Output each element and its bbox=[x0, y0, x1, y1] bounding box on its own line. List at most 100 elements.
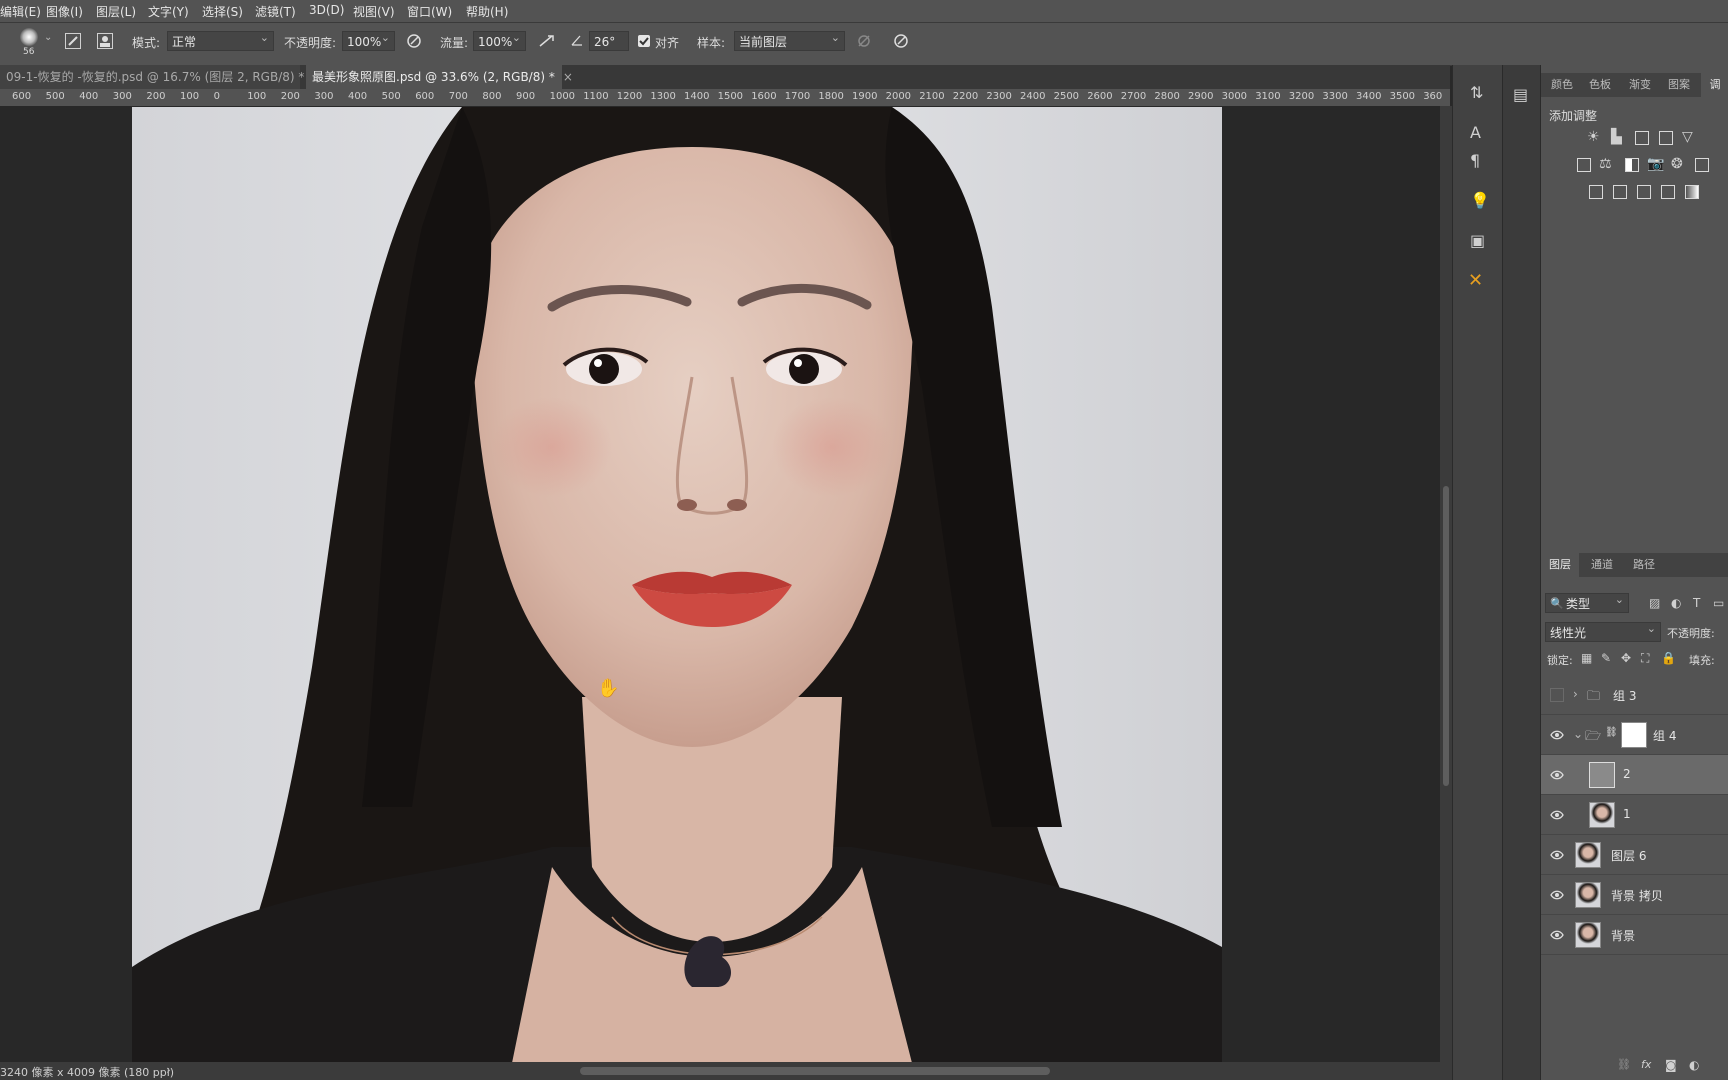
pressure-opacity-icon[interactable] bbox=[406, 33, 422, 53]
channel-mixer-icon[interactable]: ❂ bbox=[1671, 156, 1683, 172]
opacity-input[interactable]: 100% bbox=[342, 28, 395, 51]
canvas-area[interactable]: ✋ bbox=[0, 106, 1440, 1062]
menu-filter[interactable]: 滤镜(T) bbox=[255, 3, 296, 20]
link-layers-icon[interactable]: ⛓ bbox=[1617, 1057, 1631, 1073]
menu-layer[interactable]: 图层(L) bbox=[96, 3, 136, 20]
menu-3d[interactable]: 3D(D) bbox=[309, 3, 344, 17]
layer-thumbnail[interactable] bbox=[1575, 882, 1601, 908]
vibrance-icon[interactable]: ▽ bbox=[1682, 129, 1693, 145]
scroll-thumb[interactable] bbox=[1443, 486, 1449, 786]
tab-adjustments[interactable]: 调 bbox=[1701, 73, 1728, 97]
tab-active-doc[interactable]: 最美形象照原图.psd @ 33.6% (2, RGB/8) * × bbox=[306, 65, 573, 89]
tab-swatches[interactable]: 色板 bbox=[1581, 73, 1619, 97]
align-checkbox[interactable] bbox=[638, 35, 650, 47]
menu-edit[interactable]: 编辑(E) bbox=[0, 3, 41, 20]
posterize-icon[interactable] bbox=[1613, 185, 1627, 199]
invert-icon[interactable] bbox=[1589, 185, 1603, 199]
link-icon[interactable]: ⛓ bbox=[1605, 727, 1618, 738]
angle-input[interactable]: 26° bbox=[589, 31, 629, 51]
menu-view[interactable]: 视图(V) bbox=[353, 3, 395, 20]
lock-all-icon[interactable]: 🔒 bbox=[1661, 650, 1676, 666]
layer-row-bg-copy[interactable]: 背景 拷贝 bbox=[1541, 875, 1728, 915]
lock-image-icon[interactable]: ✎ bbox=[1601, 650, 1611, 666]
eye-icon[interactable] bbox=[1550, 848, 1564, 862]
threshold-icon[interactable] bbox=[1637, 185, 1651, 199]
layer-name[interactable]: 图层 6 bbox=[1611, 847, 1646, 864]
tools-icon[interactable]: ✕ bbox=[1468, 272, 1483, 290]
airbrush-icon[interactable] bbox=[538, 33, 556, 53]
character-icon[interactable]: A bbox=[1470, 125, 1481, 141]
exposure-icon[interactable] bbox=[1659, 131, 1673, 145]
layer-thumbnail[interactable] bbox=[1575, 922, 1601, 948]
layer-row-2[interactable]: 2 bbox=[1541, 755, 1728, 795]
fx-icon[interactable]: fx bbox=[1641, 1057, 1651, 1073]
layer-row-background[interactable]: 背景 bbox=[1541, 915, 1728, 955]
expand-chevron-icon[interactable]: › bbox=[1573, 687, 1578, 701]
brush-panel-icon[interactable] bbox=[65, 33, 81, 49]
blend-mode-select[interactable]: 线性光 bbox=[1545, 619, 1661, 642]
document-info[interactable]: 3240 像素 x 4009 像素 (180 ppi) bbox=[0, 1064, 174, 1080]
tab-paths[interactable]: 路径 bbox=[1625, 553, 1663, 577]
layer-filter-select[interactable]: 🔍 类型 bbox=[1545, 590, 1629, 613]
collapse-chevron-icon[interactable]: ⌄ bbox=[1573, 727, 1583, 741]
menu-window[interactable]: 窗口(W) bbox=[407, 3, 452, 20]
lock-position-icon[interactable]: ✥ bbox=[1621, 650, 1631, 666]
mode-select[interactable]: 正常 bbox=[167, 28, 274, 51]
tab-recovered-doc[interactable]: 09-1-恢复的 -恢复的.psd @ 16.7% (图层 2, RGB/8) … bbox=[0, 65, 322, 89]
eye-icon[interactable] bbox=[1550, 728, 1564, 742]
properties-icon[interactable]: ▣ bbox=[1470, 233, 1485, 249]
layer-name[interactable]: 组 3 bbox=[1613, 687, 1636, 704]
new-adjustment-icon[interactable]: ◐ bbox=[1689, 1057, 1699, 1073]
tab-gradient[interactable]: 渐变 bbox=[1621, 73, 1659, 97]
eye-icon[interactable] bbox=[1550, 768, 1564, 782]
selective-color-icon[interactable] bbox=[1661, 185, 1675, 199]
clone-source-icon[interactable] bbox=[97, 33, 113, 49]
flow-input[interactable]: 100% bbox=[473, 28, 526, 51]
layer-name[interactable]: 2 bbox=[1623, 767, 1631, 781]
color-balance-icon[interactable]: ⚖ bbox=[1599, 156, 1612, 172]
history-icon[interactable]: ⇅ bbox=[1470, 85, 1483, 101]
close-icon[interactable]: × bbox=[563, 70, 573, 84]
lock-transparent-icon[interactable]: ▦ bbox=[1581, 650, 1592, 666]
tab-channels[interactable]: 通道 bbox=[1583, 553, 1621, 577]
photo-filter-icon[interactable]: 📷 bbox=[1647, 156, 1664, 172]
horizontal-scroll-thumb[interactable] bbox=[580, 1067, 1050, 1075]
layer-name[interactable]: 1 bbox=[1623, 807, 1631, 821]
menu-image[interactable]: 图像(I) bbox=[46, 3, 83, 20]
ignore-adjustment-icon[interactable] bbox=[856, 33, 872, 53]
layer-name[interactable]: 背景 拷贝 bbox=[1611, 887, 1663, 904]
layer-name[interactable]: 背景 bbox=[1611, 927, 1635, 944]
brightness-icon[interactable]: ☀ bbox=[1587, 129, 1600, 145]
add-mask-icon[interactable]: ◙ bbox=[1665, 1057, 1677, 1073]
portrait-photo[interactable]: ✋ bbox=[132, 107, 1222, 1062]
sample-select[interactable]: 当前图层 bbox=[734, 28, 845, 51]
tab-patterns[interactable]: 图案 bbox=[1661, 73, 1697, 97]
chevron-down-icon[interactable]: ⌄ bbox=[44, 32, 52, 43]
eye-icon[interactable] bbox=[1550, 928, 1564, 942]
color-lookup-icon[interactable] bbox=[1695, 158, 1709, 172]
curves-icon[interactable] bbox=[1635, 131, 1649, 145]
layer-row-layer6[interactable]: 图层 6 bbox=[1541, 835, 1728, 875]
libraries-icon[interactable]: ▤ bbox=[1513, 87, 1528, 103]
vertical-scrollbar[interactable] bbox=[1440, 106, 1452, 1062]
layer-row-group3[interactable]: › 🗀 组 3 bbox=[1541, 675, 1728, 715]
layer-name[interactable]: 组 4 bbox=[1653, 727, 1676, 744]
levels-icon[interactable]: ▙ bbox=[1611, 129, 1622, 145]
layer-thumbnail[interactable] bbox=[1575, 842, 1601, 868]
layer-thumbnail[interactable] bbox=[1589, 762, 1615, 788]
black-white-icon[interactable] bbox=[1625, 158, 1639, 172]
layer-row-group4[interactable]: ⌄ 🗁 ⛓ 组 4 bbox=[1541, 715, 1728, 755]
visibility-toggle[interactable] bbox=[1550, 688, 1564, 702]
menu-help[interactable]: 帮助(H) bbox=[466, 3, 508, 20]
menu-select[interactable]: 选择(S) bbox=[202, 3, 243, 20]
tab-layers[interactable]: 图层 bbox=[1541, 553, 1579, 577]
status-menu-arrow[interactable]: › bbox=[166, 1063, 171, 1077]
filter-type-icon[interactable]: T bbox=[1693, 595, 1700, 611]
brush-preset-icon[interactable] bbox=[20, 28, 38, 46]
layer-thumbnail[interactable] bbox=[1589, 802, 1615, 828]
paragraph-icon[interactable]: ¶ bbox=[1470, 153, 1480, 169]
eye-icon[interactable] bbox=[1550, 808, 1564, 822]
filter-pixel-icon[interactable]: ▨ bbox=[1649, 595, 1660, 611]
group-mask-thumbnail[interactable] bbox=[1621, 722, 1647, 748]
filter-adjustment-icon[interactable]: ◐ bbox=[1671, 595, 1681, 611]
